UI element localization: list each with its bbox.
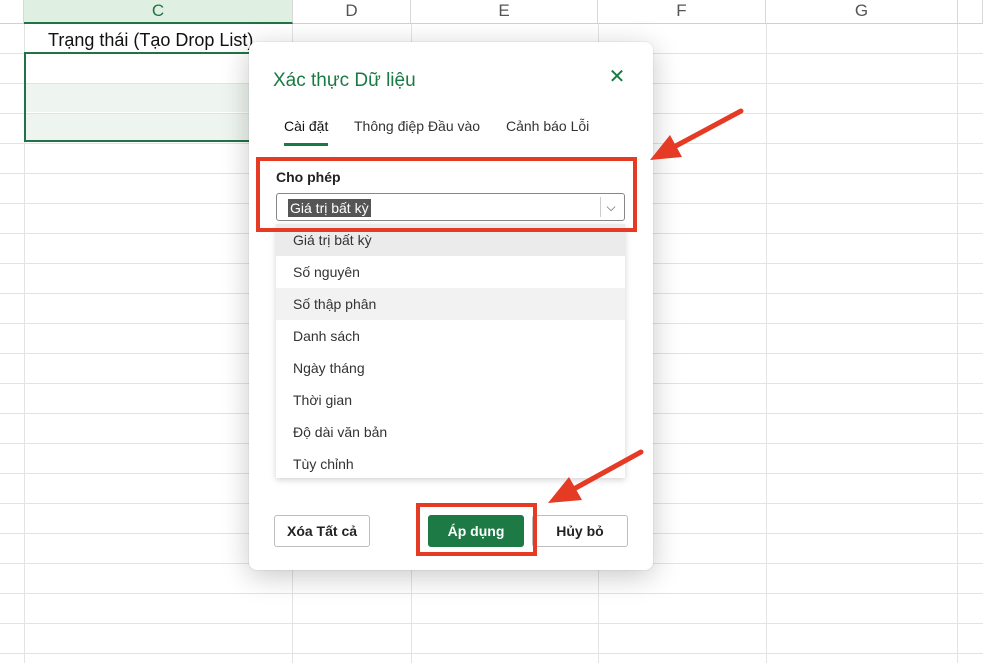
arrow-icon: [650, 108, 744, 160]
arrow-icon: [548, 449, 644, 503]
annotation-arrows: [548, 108, 744, 503]
